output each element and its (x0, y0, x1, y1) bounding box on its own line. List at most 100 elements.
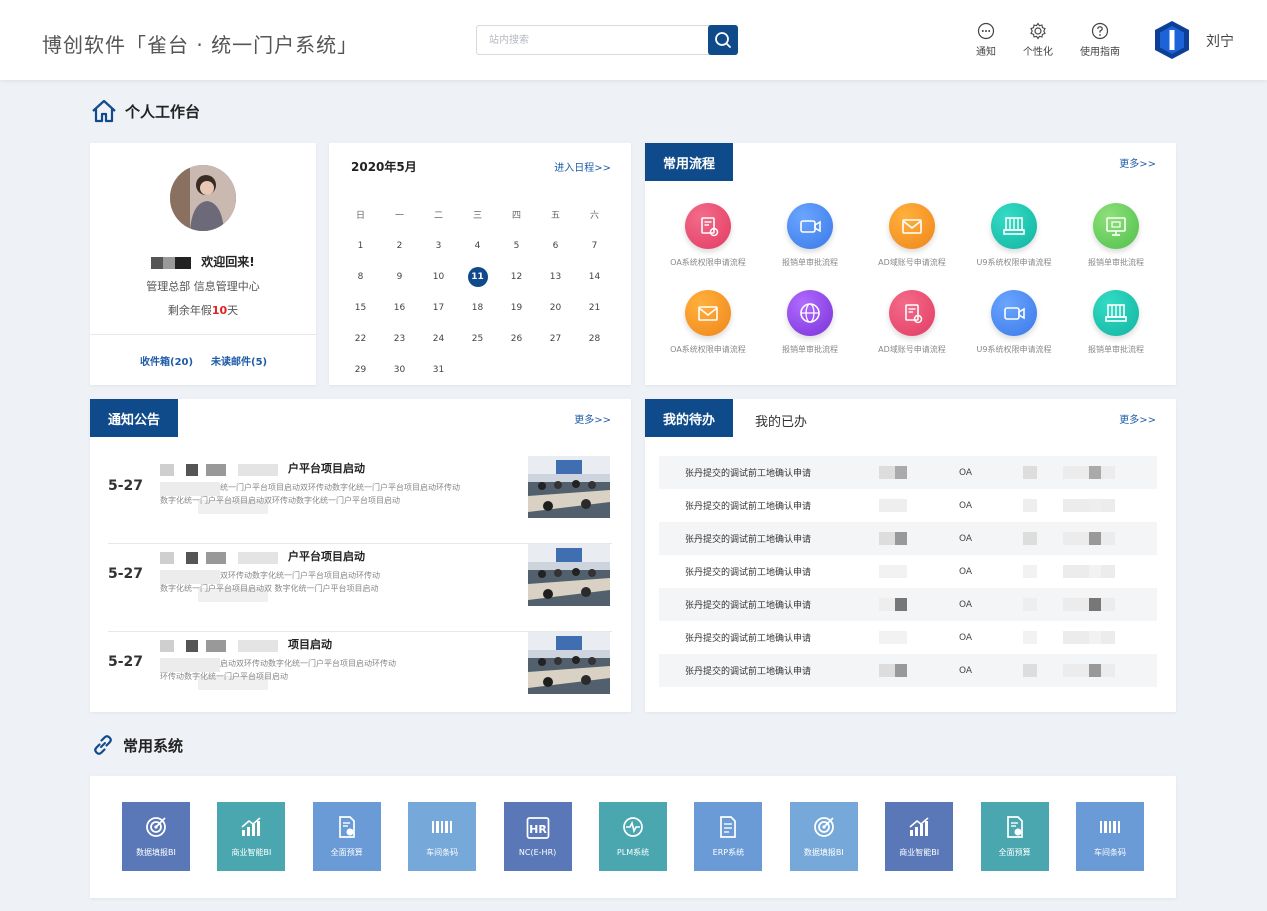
notice-item[interactable]: 5-27 启动双环传动数字化统一门户平台项目启动环传动 环传动数字化统一门户平台项目… (108, 632, 612, 720)
redacted-block (895, 664, 907, 677)
guide-button[interactable]: 使用指南 (1080, 22, 1120, 58)
process-item[interactable]: 报销单审批流程 (759, 290, 861, 377)
welcome-text: 欢迎回来! (201, 255, 255, 269)
system-tile[interactable]: 商业智能BI (217, 802, 286, 871)
process-item[interactable]: AD域账号申请流程 (861, 203, 963, 290)
process-item[interactable]: U9系统权限申请流程 (963, 203, 1065, 290)
todo-row[interactable]: 张丹提交的调试前工地确认申请 OA (659, 555, 1157, 588)
calendar-day[interactable]: 6 (536, 241, 575, 251)
process-item[interactable]: U9系统权限申请流程 (963, 290, 1065, 377)
calendar-link[interactable]: 进入日程>> (554, 159, 611, 174)
todo-row[interactable]: 张丹提交的调试前工地确认申请 OA (659, 621, 1157, 654)
processes-tab[interactable]: 常用流程 (645, 143, 734, 181)
system-tile[interactable]: 商业智能BI (885, 802, 954, 871)
notices-tab[interactable]: 通知公告 (90, 399, 179, 437)
calendar-week-row: 1234567 (341, 230, 621, 261)
calendar-day[interactable]: 20 (536, 303, 575, 313)
calendar-day[interactable]: 27 (536, 334, 575, 344)
top-header: 博创软件「雀台 · 统一门户系统」 通知 个性化 使用指南 刘宁 (0, 0, 1267, 80)
calendar-day[interactable]: 22 (341, 334, 380, 344)
notices-more-link[interactable]: 更多>> (574, 411, 611, 426)
processes-more-link[interactable]: 更多>> (1119, 155, 1156, 170)
calendar-day[interactable]: 25 (458, 334, 497, 344)
personalize-button[interactable]: 个性化 (1023, 22, 1053, 58)
calendar-day[interactable]: 17 (419, 303, 458, 313)
system-tile[interactable]: PLM系统 (599, 802, 667, 871)
calendar-day[interactable]: 23 (380, 334, 419, 344)
calendar-day[interactable]: 2 (380, 241, 419, 251)
user-name[interactable]: 刘宁 (1206, 31, 1234, 51)
todo-row[interactable]: 张丹提交的调试前工地确认申请 OA (659, 456, 1157, 489)
calendar-day[interactable]: 10 (419, 272, 458, 282)
calendar-day[interactable]: 28 (575, 334, 614, 344)
calendar-day[interactable]: 16 (380, 303, 419, 313)
calendar-day[interactable]: 9 (380, 272, 419, 282)
envelope-icon (902, 219, 922, 234)
system-tile[interactable]: 数据填报BI (789, 802, 858, 871)
process-item[interactable]: AD域账号申请流程 (861, 290, 963, 377)
todo-row[interactable]: 张丹提交的调试前工地确认申请 OA (659, 654, 1157, 687)
system-tile[interactable]: 车间条码 (408, 802, 477, 871)
process-label: U9系统权限申请流程 (976, 258, 1052, 267)
tab-my-done[interactable]: 我的已办 (755, 411, 807, 430)
unread-mail-link[interactable]: 未读邮件(5) (211, 353, 267, 368)
process-item[interactable]: OA系统权限申请流程 (657, 290, 759, 377)
process-item[interactable]: OA系统权限申请流程 (657, 203, 759, 290)
notice-thumbnail[interactable] (528, 632, 610, 694)
calendar-day[interactable]: 21 (575, 303, 614, 313)
calendar-day[interactable]: 29 (341, 365, 380, 375)
calendar-day[interactable]: 31 (419, 365, 458, 375)
redacted-block (206, 640, 226, 652)
calendar-day[interactable]: 18 (458, 303, 497, 313)
notice-item[interactable]: 5-27 统一门户平台项目启动双环传动数字化统一门户平台项目启动环传动 数字化统一门… (108, 456, 612, 544)
notice-item[interactable]: 5-27 双环传动数字化统一门户平台项目启动环传动 数字化统一门户平台项目启动双 数… (108, 544, 612, 632)
process-item[interactable]: 报销单审批流程 (1065, 203, 1167, 290)
redacted-block (1023, 631, 1037, 644)
tab-my-todo[interactable]: 我的待办 (645, 399, 734, 437)
notice-title[interactable]: 项目启动 (288, 636, 332, 652)
todo-more-link[interactable]: 更多>> (1119, 411, 1156, 426)
system-tile[interactable]: ERP系统 (694, 802, 763, 871)
notice-title[interactable]: 户平台项目启动 (288, 460, 365, 476)
leave-days: 10 (211, 304, 228, 317)
calendar-day-today[interactable]: 11 (458, 266, 497, 287)
calendar-day[interactable]: 8 (341, 272, 380, 282)
notice-thumbnail[interactable] (528, 544, 610, 606)
system-tile[interactable]: 全面预算 (312, 802, 381, 871)
todo-card: 我的待办 我的已办 更多>> 张丹提交的调试前工地确认申请 OA 张丹提交的调试前工… (645, 399, 1176, 712)
process-item[interactable]: 报销单审批流程 (1065, 290, 1167, 377)
calendar-day[interactable]: 30 (380, 365, 419, 375)
calendar-day[interactable]: 1 (341, 241, 380, 251)
calendar-day[interactable]: 5 (497, 241, 536, 251)
notify-button[interactable]: 通知 (976, 22, 996, 58)
calendar-day[interactable]: 15 (341, 303, 380, 313)
notice-thumbnail[interactable] (528, 456, 610, 518)
processes-card: 常用流程 更多>> OA系统权限申请流程 报销单审批流程 AD域账号申请流程 U9系统… (645, 143, 1176, 385)
calendar-day[interactable]: 26 (497, 334, 536, 344)
system-tile[interactable]: 全面预算 (980, 802, 1049, 871)
todo-row[interactable]: 张丹提交的调试前工地确认申请 OA (659, 522, 1157, 555)
system-tile[interactable]: 数据填报BI (122, 802, 190, 871)
summary-line: 数字化统一门户平台项目启动双环传动数字化统一门户平台项目启动 (160, 496, 400, 505)
notice-title[interactable]: 户平台项目启动 (288, 548, 365, 564)
calendar-day[interactable]: 14 (575, 272, 614, 282)
calendar-day[interactable]: 4 (458, 241, 497, 251)
system-tile[interactable]: HR NC(E-HR) (503, 802, 572, 871)
search-button[interactable] (708, 25, 738, 55)
calendar-day[interactable]: 24 (419, 334, 458, 344)
calendar-day[interactable]: 7 (575, 241, 614, 251)
link-icon (94, 735, 112, 755)
todo-row[interactable]: 张丹提交的调试前工地确认申请 OA (659, 588, 1157, 621)
search-input[interactable] (476, 25, 710, 55)
process-item[interactable]: 报销单审批流程 (759, 203, 861, 290)
calendar-day[interactable]: 13 (536, 272, 575, 282)
meeting-photo (528, 456, 610, 518)
process-icon-circle (685, 203, 731, 249)
calendar-day[interactable]: 19 (497, 303, 536, 313)
calendar-day[interactable]: 12 (497, 272, 536, 282)
todo-row[interactable]: 张丹提交的调试前工地确认申请 OA (659, 489, 1157, 522)
inbox-link[interactable]: 收件箱(20) (140, 353, 193, 368)
user-avatar[interactable] (1152, 20, 1192, 60)
calendar-day[interactable]: 3 (419, 241, 458, 251)
system-tile[interactable]: 车间条码 (1076, 802, 1144, 871)
